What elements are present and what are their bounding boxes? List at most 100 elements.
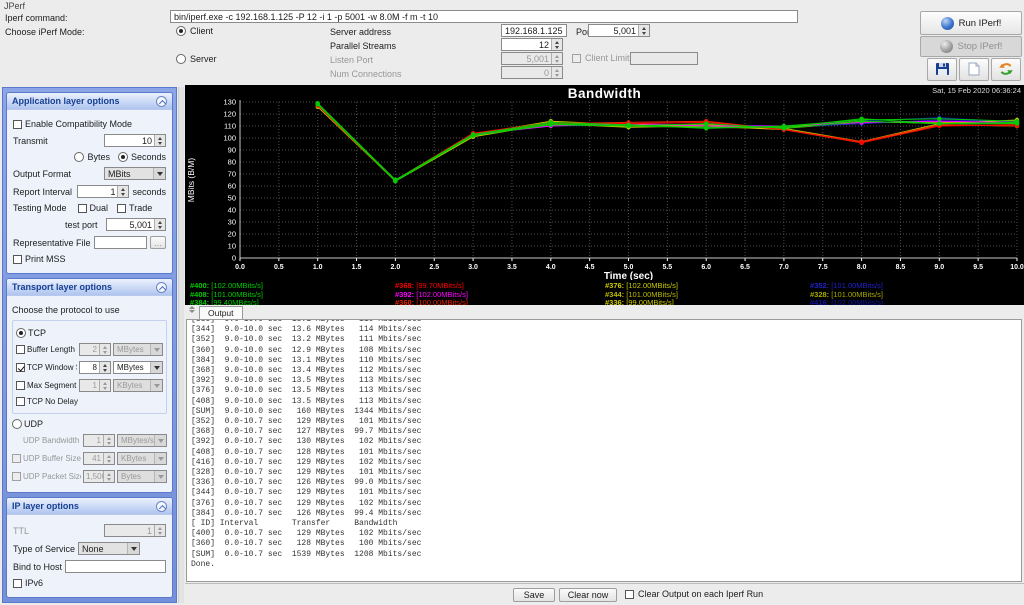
server-radio-circle[interactable] <box>176 54 186 64</box>
buffer-length-unit-combo: MBytes <box>113 343 163 356</box>
tcp-radio-label: TCP <box>28 328 46 338</box>
floppy-disk-icon <box>935 62 950 78</box>
restart-button[interactable] <box>991 58 1021 81</box>
save-button[interactable]: Save <box>513 588 555 602</box>
options-sidebar: Application layer options Enable Compati… <box>2 87 177 603</box>
report-interval-spinner-arrows[interactable] <box>117 186 129 197</box>
max-segment-value: 1 <box>92 381 97 390</box>
splitter-handle-icon[interactable] <box>189 306 195 313</box>
report-interval-spinner[interactable]: 1 <box>77 185 130 198</box>
udp-bandwidth-label: UDP Bandwidth <box>23 436 80 445</box>
compat-mode-label: Enable Compatibility Mode <box>25 119 133 129</box>
svg-text:6.5: 6.5 <box>740 264 750 271</box>
transmit-spinner-arrows[interactable] <box>154 135 165 146</box>
server-radio[interactable]: Server <box>176 54 217 64</box>
test-port-value: 5,001 <box>129 220 152 230</box>
combo-arrow-icon <box>150 380 162 391</box>
clear-each-run-checkbox-box[interactable] <box>625 589 634 599</box>
test-port-spinner-arrows[interactable] <box>154 219 165 230</box>
dual-checkbox[interactable]: Dual <box>77 203 108 213</box>
client-radio[interactable]: Client <box>176 26 213 36</box>
print-mss-row[interactable]: Print MSS <box>13 254 166 264</box>
tcp-no-delay-row[interactable]: TCP No Delay <box>16 397 163 406</box>
combo-arrow-icon[interactable] <box>127 543 140 554</box>
server-address-input[interactable]: 192.168.1.125 <box>501 24 567 37</box>
ipv6-checkbox[interactable] <box>13 578 22 588</box>
svg-text:40: 40 <box>228 206 236 215</box>
output-format-value: MBits <box>108 168 131 179</box>
parallel-streams-value: 12 <box>538 40 549 50</box>
svg-text:90: 90 <box>228 146 236 155</box>
udp-radio-row[interactable]: UDP <box>12 419 167 429</box>
tos-combo[interactable]: None <box>78 542 141 555</box>
udp-bandwidth-value: 1 <box>96 436 101 445</box>
combo-arrow-icon[interactable] <box>153 168 165 179</box>
buffer-length-value: 2 <box>92 345 97 354</box>
udp-packet-value: 1,500 <box>86 472 103 481</box>
save-results-button[interactable] <box>927 58 957 81</box>
collapse-icon[interactable] <box>156 500 167 512</box>
transmit-row: Transmit 10 <box>13 134 166 147</box>
output-tab[interactable]: Output <box>199 306 243 319</box>
seconds-radio[interactable]: Seconds <box>117 152 166 162</box>
seconds-radio-circle[interactable] <box>117 152 128 162</box>
buffer-length-row: Buffer Length 2 MBytes <box>16 343 163 356</box>
svg-text:3.0: 3.0 <box>468 264 478 271</box>
iperf-command-label: Iperf command: <box>5 13 68 23</box>
sidebar-scrollbar[interactable] <box>178 87 184 603</box>
test-port-spinner[interactable]: 5,001 <box>106 218 166 231</box>
trade-checkbox[interactable]: Trade <box>117 203 152 213</box>
representative-file-input[interactable] <box>93 236 147 249</box>
tcp-window-checkbox[interactable] <box>16 363 25 372</box>
transport-layer-header[interactable]: Transport layer options <box>7 279 172 296</box>
port-spinner[interactable]: 5,001 <box>588 24 650 37</box>
console-text: [336] 9.0-10.0 sec 13.1 MBytes 110 Mbits… <box>191 319 422 569</box>
ip-layer-panel: IP layer options TTL 1 Type of Service Non… <box>6 497 173 598</box>
bytes-radio-circle[interactable] <box>74 152 85 162</box>
tcp-window-spinner[interactable]: 8 <box>79 361 111 374</box>
protocol-label-row: Choose the protocol to use <box>12 305 167 315</box>
clear-each-run-checkbox[interactable]: Clear Output on each Iperf Run <box>625 589 763 599</box>
tcp-no-delay-checkbox[interactable] <box>16 397 25 406</box>
print-mss-checkbox[interactable] <box>13 254 22 264</box>
udp-packet-checkbox <box>12 472 21 481</box>
output-console[interactable]: [336] 9.0-10.0 sec 13.1 MBytes 110 Mbits… <box>186 319 1022 582</box>
bind-host-input[interactable] <box>65 560 166 573</box>
compat-mode-checkbox[interactable] <box>13 119 22 129</box>
clear-now-button[interactable]: Clear now <box>559 588 617 602</box>
buffer-length-checkbox[interactable] <box>16 345 25 354</box>
tcp-window-spinner-arrows[interactable] <box>99 362 110 373</box>
browse-button[interactable]: ... <box>150 236 166 249</box>
output-format-combo[interactable]: MBits <box>104 167 166 180</box>
max-segment-checkbox[interactable] <box>16 381 25 390</box>
collapse-icon[interactable] <box>156 95 167 107</box>
client-radio-circle[interactable] <box>176 26 186 36</box>
transmit-spinner[interactable]: 10 <box>104 134 166 147</box>
svg-text:120: 120 <box>223 110 236 119</box>
ip-layer-header[interactable]: IP layer options <box>7 498 172 515</box>
parallel-streams-spinner[interactable]: 12 <box>501 38 563 51</box>
tcp-radio-circle[interactable] <box>16 328 26 338</box>
testing-mode-row: Testing Mode Dual Trade <box>13 203 166 213</box>
port-spinner-arrows[interactable] <box>638 25 649 36</box>
clear-output-button[interactable] <box>959 58 989 81</box>
trade-checkbox-box[interactable] <box>117 203 127 213</box>
tcp-radio-row[interactable]: TCP <box>16 328 163 338</box>
application-layer-header[interactable]: Application layer options <box>7 93 172 110</box>
collapse-icon[interactable] <box>156 281 167 293</box>
combo-arrow-icon[interactable] <box>150 362 162 373</box>
udp-radio-circle[interactable] <box>12 419 22 429</box>
dual-checkbox-box[interactable] <box>77 203 87 213</box>
udp-buffer-checkbox <box>12 454 21 463</box>
ipv6-row[interactable]: IPv6 <box>13 578 166 588</box>
parallel-streams-spinner-arrows[interactable] <box>551 39 562 50</box>
compat-mode-row[interactable]: Enable Compatibility Mode <box>13 119 166 129</box>
num-connections-spinner: 0 <box>501 66 563 79</box>
iperf-command-input[interactable]: bin/iperf.exe -c 192.168.1.125 -P 12 -i … <box>170 10 798 23</box>
run-iperf-button[interactable]: Run IPerf! <box>920 11 1022 35</box>
bytes-radio[interactable]: Bytes <box>74 152 110 162</box>
tcp-window-unit-combo[interactable]: MBytes <box>113 361 163 374</box>
svg-text:9.5: 9.5 <box>973 264 983 271</box>
chart-legend: #400: [102.00MBits/s] #408: [101.00MBits/… <box>185 280 1024 307</box>
bind-host-label: Bind to Host <box>13 561 63 572</box>
